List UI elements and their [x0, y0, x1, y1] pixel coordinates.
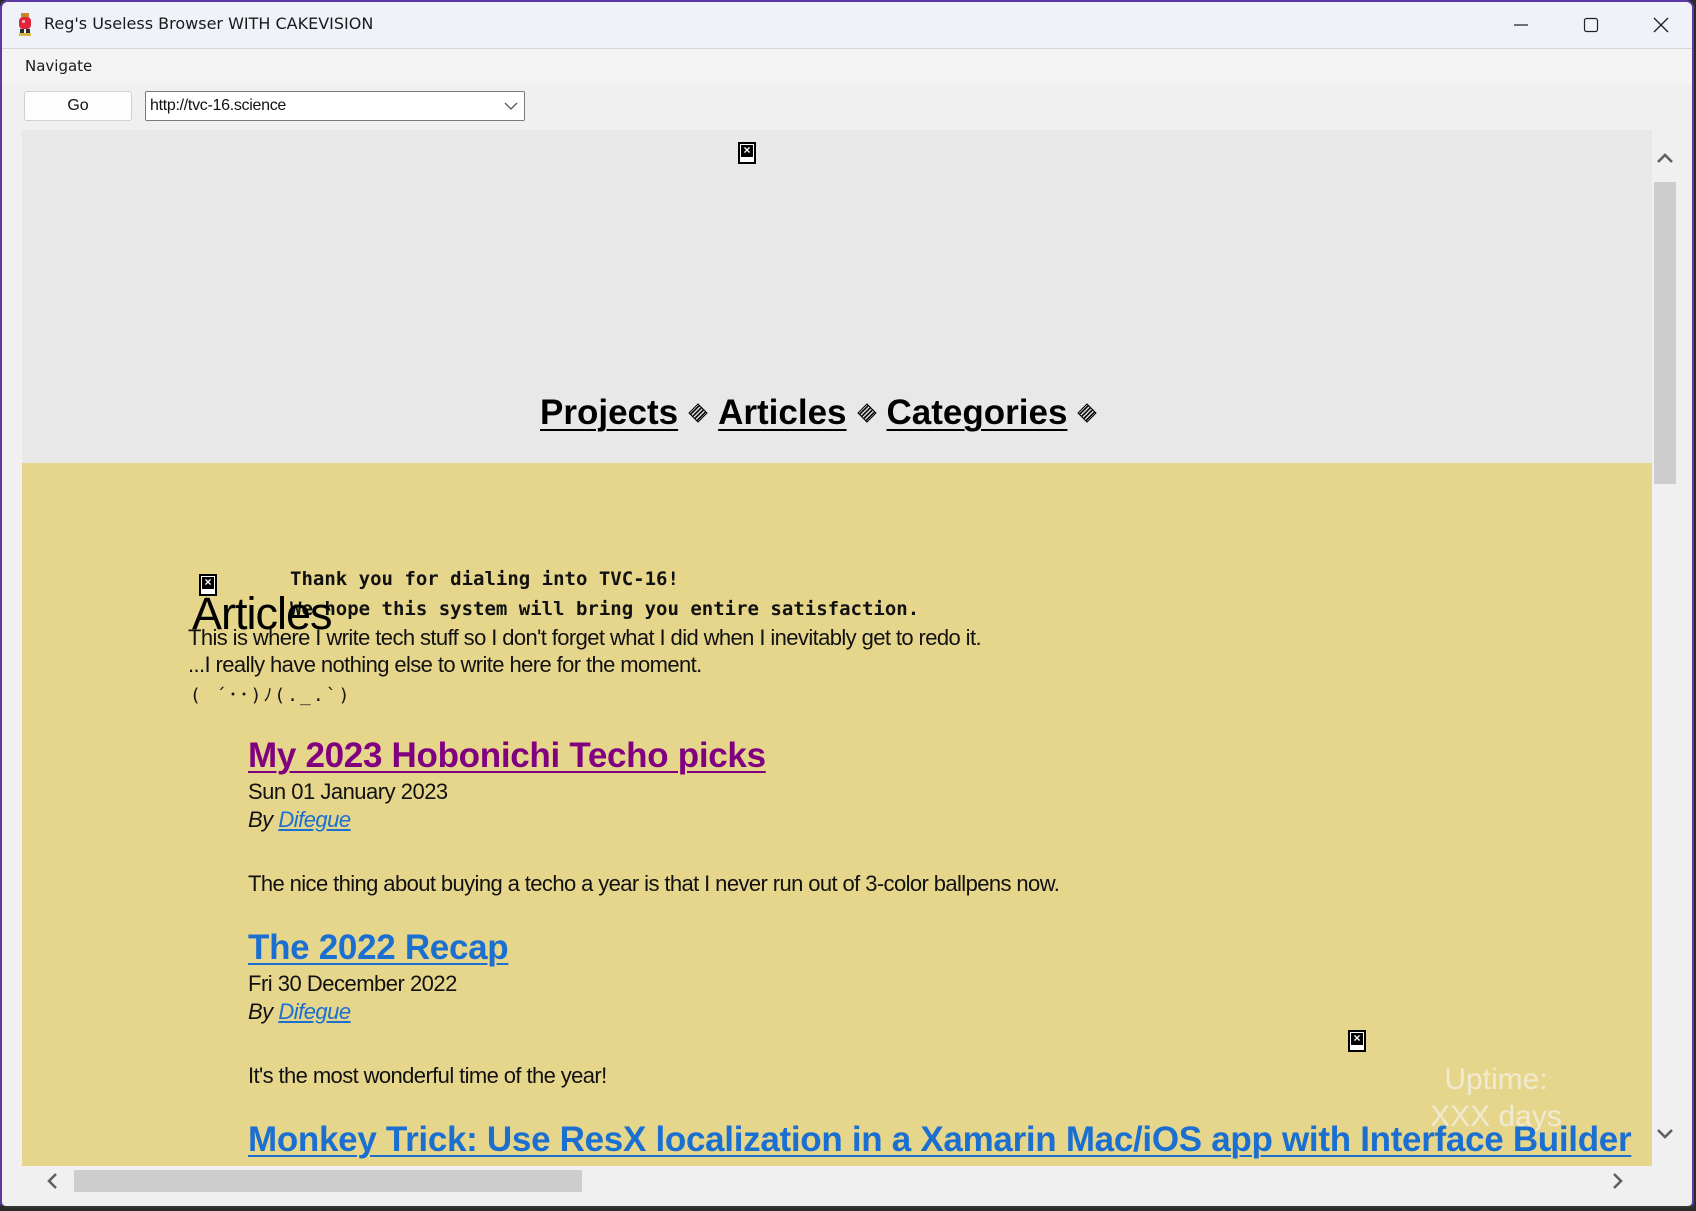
intro-text: This is where I write tech stuff so I do…: [188, 625, 982, 650]
cake-app-icon: [19, 13, 31, 36]
author-link[interactable]: Difegue: [278, 807, 351, 832]
web-view: × Projects Articles Categories Thank you f…: [22, 130, 1652, 1166]
browser-window: Reg's Useless Browser WITH CAKEVISION Na…: [0, 0, 1694, 1208]
article-title-link[interactable]: The 2022 Recap: [248, 928, 509, 968]
diamond-separator-icon: [688, 403, 708, 423]
horizontal-scroll-thumb[interactable]: [74, 1170, 582, 1192]
kaomoji-text: ( ´･･)ﾉ(._.`): [190, 685, 352, 706]
nav-link-categories[interactable]: Categories: [887, 393, 1068, 432]
diamond-separator-icon: [1077, 403, 1098, 423]
scroll-down-icon[interactable]: [1656, 1128, 1674, 1140]
article-title-link[interactable]: My 2023 Hobonichi Techo picks: [248, 736, 766, 776]
article-date: Fri 30 December 2022: [248, 971, 457, 996]
nav-link-articles[interactable]: Articles: [718, 393, 846, 432]
horizontal-scrollbar[interactable]: [22, 1166, 1652, 1194]
title-bar[interactable]: Reg's Useless Browser WITH CAKEVISION: [2, 2, 1692, 48]
article-title-link[interactable]: Monkey Trick: Use ResX localization in a…: [248, 1120, 1632, 1160]
url-combobox[interactable]: http://tvc-16.science: [145, 91, 525, 121]
menu-navigate[interactable]: Navigate: [25, 57, 92, 75]
chevron-down-icon[interactable]: [504, 100, 518, 112]
nav-link-projects[interactable]: Projects: [540, 393, 678, 432]
maximize-button[interactable]: [1556, 2, 1626, 48]
scroll-left-icon[interactable]: [46, 1172, 58, 1190]
go-button[interactable]: Go: [24, 91, 132, 121]
toolbar: Go http://tvc-16.science: [2, 84, 1692, 130]
article-summary: The nice thing about buying a techo a ye…: [248, 871, 1060, 896]
scroll-up-icon[interactable]: [1656, 152, 1674, 164]
broken-image-icon: ×: [1348, 1030, 1366, 1052]
broken-image-icon: ×: [738, 142, 756, 164]
article-date: Sun 01 January 2023: [248, 779, 448, 804]
maximize-icon: [1583, 17, 1599, 33]
author-link[interactable]: Difegue: [278, 999, 351, 1024]
welcome-line: Thank you for dialing into TVC-16!: [290, 568, 679, 590]
article-byline: By Difegue: [248, 999, 351, 1025]
byline-prefix: By: [248, 807, 273, 832]
site-nav: Projects Articles Categories: [540, 393, 1107, 433]
close-button[interactable]: [1626, 2, 1692, 48]
article-byline: By Difegue: [248, 807, 351, 833]
vertical-scrollbar[interactable]: [1652, 130, 1680, 1166]
window-title: Reg's Useless Browser WITH CAKEVISION: [44, 14, 374, 33]
byline-prefix: By: [248, 999, 273, 1024]
article-summary: It's the most wonderful time of the year…: [248, 1063, 607, 1088]
close-icon: [1653, 17, 1669, 33]
scroll-right-icon[interactable]: [1612, 1172, 1624, 1190]
url-input[interactable]: http://tvc-16.science: [150, 97, 286, 115]
minimize-icon: [1514, 24, 1528, 26]
vertical-scroll-thumb[interactable]: [1654, 182, 1676, 484]
welcome-line: We hope this system will bring you entir…: [290, 598, 920, 620]
uptime-label: Uptime:: [1444, 1063, 1548, 1096]
diamond-separator-icon: [856, 403, 877, 423]
site-header: × Projects Articles Categories: [22, 130, 1652, 463]
menu-bar: Navigate: [2, 48, 1692, 85]
intro-text: ...I really have nothing else to write h…: [188, 652, 702, 677]
minimize-button[interactable]: [1486, 2, 1556, 48]
